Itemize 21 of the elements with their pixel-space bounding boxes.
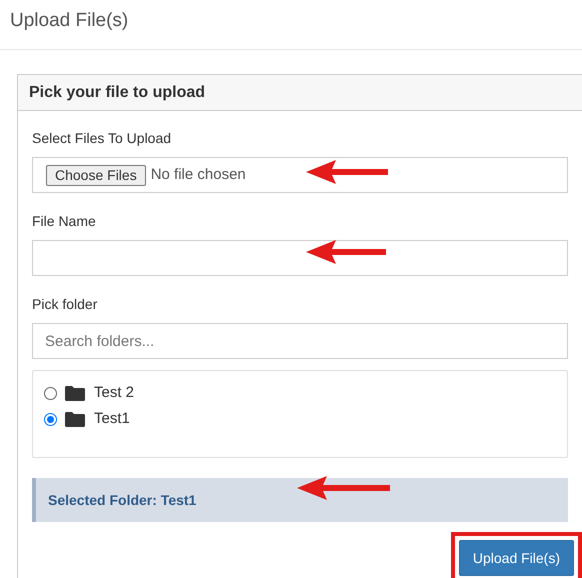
field-label: Select Files To Upload (32, 129, 172, 148)
folder-name[interactable]: Test1 (94, 408, 130, 430)
file-status: No file chosen (150, 164, 246, 185)
file-input[interactable]: Choose Files No file chosen (32, 157, 568, 193)
panel-title: Pick your file to upload (29, 82, 206, 102)
dialog-title: Upload File(s) (10, 9, 128, 33)
selected-folder-text: Selected Folder: Test1 (48, 490, 196, 510)
folder-icon (65, 412, 85, 426)
annotation-arrow-icon (306, 159, 388, 185)
file-name-field[interactable] (32, 240, 568, 276)
annotation-arrow-icon (306, 239, 386, 265)
folder-name[interactable]: Test 2 (94, 382, 134, 404)
choose-files-button[interactable]: Choose Files (46, 164, 146, 186)
radio-button[interactable] (44, 386, 57, 400)
field-label: Pick folder (32, 295, 98, 314)
field-label: File Name (32, 212, 97, 231)
annotation-arrow-icon (297, 475, 390, 501)
upload-button[interactable]: Upload File(s) (458, 540, 574, 576)
radio-button[interactable] (44, 412, 57, 426)
folder-icon (65, 386, 85, 400)
search-field[interactable]: Search folders... (32, 323, 568, 359)
